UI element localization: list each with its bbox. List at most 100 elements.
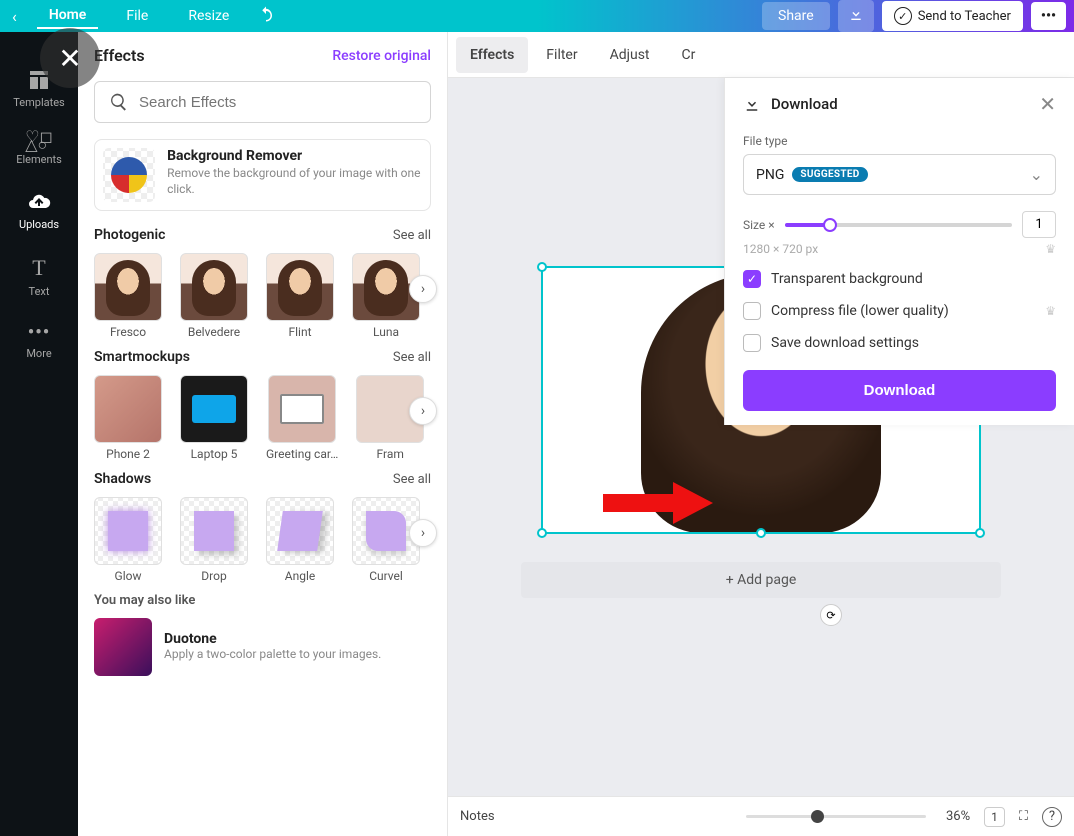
elements-icon: ♡◻△○	[25, 133, 53, 149]
save-settings-checkbox[interactable]	[743, 334, 761, 352]
rail-elements[interactable]: ♡◻△○ Elements	[16, 133, 62, 166]
top-toolbar: ‹ Home File Resize Share ✓ Send to Teach…	[0, 0, 1074, 32]
effect-fresco[interactable]: Fresco	[94, 253, 162, 339]
resize-handle-bl[interactable]	[537, 528, 547, 538]
filetype-label: File type	[743, 134, 1056, 148]
annotation-arrow-icon	[603, 478, 713, 532]
youmayalso-heading: You may also like	[94, 593, 195, 608]
download-icon	[743, 95, 761, 113]
smartmockups-row: Phone 2 Laptop 5 Greeting car… Fram ›	[94, 375, 431, 461]
duotone-desc: Apply a two-color palette to your images…	[164, 647, 381, 663]
dimensions-text: 1280 × 720 px	[743, 242, 818, 256]
size-slider[interactable]	[785, 223, 1012, 227]
zoom-slider[interactable]	[746, 815, 926, 818]
photogenic-see-all[interactable]: See all	[393, 228, 431, 243]
resync-icon[interactable]: ⟳	[820, 604, 842, 626]
mockup-phone2[interactable]: Phone 2	[94, 375, 162, 461]
close-overlay-button[interactable]: ✕	[40, 28, 100, 88]
close-download-icon[interactable]: ✕	[1039, 92, 1056, 116]
effect-luna[interactable]: Luna	[352, 253, 420, 339]
bg-remover-card[interactable]: Background Remover Remove the background…	[94, 139, 431, 211]
tab-effects[interactable]: Effects	[456, 37, 528, 73]
tab-adjust[interactable]: Adjust	[596, 37, 664, 73]
nav-resize[interactable]: Resize	[176, 4, 241, 28]
photogenic-next-icon[interactable]: ›	[409, 275, 437, 303]
effect-flint[interactable]: Flint	[266, 253, 334, 339]
rail-more-label: More	[26, 347, 51, 360]
transparent-row[interactable]: ✓ Transparent background	[743, 270, 1056, 288]
more-icon: •••	[28, 322, 50, 343]
shadow-drop[interactable]: Drop	[180, 497, 248, 583]
shadow-glow[interactable]: Glow	[94, 497, 162, 583]
chevron-down-icon: ⌄	[1030, 165, 1043, 184]
restore-original-link[interactable]: Restore original	[332, 48, 431, 64]
photogenic-row: Fresco Belvedere Flint Luna ›	[94, 253, 431, 339]
nav-file[interactable]: File	[114, 4, 160, 28]
shadow-angle[interactable]: Angle	[266, 497, 334, 583]
transparent-checkbox[interactable]: ✓	[743, 270, 761, 288]
add-page-button[interactable]: + Add page	[521, 562, 1001, 598]
rail-templates-label: Templates	[13, 96, 64, 109]
search-effects-box[interactable]	[94, 81, 431, 123]
bg-remover-title: Background Remover	[167, 148, 422, 164]
rail-more[interactable]: ••• More	[26, 322, 51, 360]
nav-home[interactable]: Home	[37, 3, 99, 29]
download-top-button[interactable]	[838, 0, 874, 32]
effects-panel: Effects Restore original Background Remo…	[78, 32, 448, 836]
page-count[interactable]: 1	[984, 807, 1005, 827]
check-circle-icon: ✓	[894, 7, 912, 25]
save-settings-row[interactable]: Save download settings	[743, 334, 1056, 352]
send-to-teacher-button[interactable]: ✓ Send to Teacher	[882, 1, 1023, 31]
shadows-see-all[interactable]: See all	[393, 472, 431, 487]
smartmockups-see-all[interactable]: See all	[393, 350, 431, 365]
size-label: Size ×	[743, 218, 775, 232]
resize-handle-bm[interactable]	[756, 528, 766, 538]
help-icon[interactable]: ?	[1042, 807, 1062, 827]
back-icon[interactable]: ‹	[8, 7, 21, 26]
crown-icon: ♛	[1045, 242, 1056, 256]
transparent-label: Transparent background	[771, 271, 923, 287]
filetype-select[interactable]: PNG SUGGESTED ⌄	[743, 154, 1056, 195]
fullscreen-icon[interactable]: ⛶	[1019, 809, 1028, 824]
search-icon	[109, 92, 129, 112]
rail-uploads-label: Uploads	[19, 218, 59, 231]
shadows-row: Glow Drop Angle Curvel ›	[94, 497, 431, 583]
rail-uploads[interactable]: Uploads	[19, 190, 59, 231]
bg-remover-thumb	[103, 148, 155, 202]
rail-text[interactable]: T Text	[29, 255, 50, 298]
share-button[interactable]: Share	[762, 2, 830, 30]
bg-remover-desc: Remove the background of your image with…	[167, 166, 422, 197]
compress-checkbox[interactable]	[743, 302, 761, 320]
resize-handle-br[interactable]	[975, 528, 985, 538]
size-value[interactable]: 1	[1022, 211, 1056, 238]
download-button[interactable]: Download	[743, 370, 1056, 411]
tab-filter[interactable]: Filter	[532, 37, 591, 73]
send-to-teacher-label: Send to Teacher	[918, 9, 1011, 24]
tab-crop[interactable]: Cr	[668, 37, 710, 73]
search-effects-input[interactable]	[139, 94, 416, 111]
notes-button[interactable]: Notes	[460, 809, 495, 824]
shadow-curve[interactable]: Curvel	[352, 497, 420, 583]
smartmockups-next-icon[interactable]: ›	[409, 397, 437, 425]
duotone-thumb	[94, 618, 152, 676]
effect-belvedere[interactable]: Belvedere	[180, 253, 248, 339]
zoom-value: 36%	[946, 809, 970, 824]
smartmockups-heading: Smartmockups	[94, 349, 190, 365]
download-panel: Download ✕ File type PNG SUGGESTED ⌄ Siz…	[724, 78, 1074, 425]
crown-icon: ♛	[1045, 304, 1056, 318]
text-icon: T	[32, 255, 45, 281]
mockup-greeting[interactable]: Greeting car…	[266, 375, 338, 461]
shadows-next-icon[interactable]: ›	[409, 519, 437, 547]
duotone-title: Duotone	[164, 631, 381, 647]
suggested-badge: SUGGESTED	[792, 167, 867, 182]
filetype-value: PNG	[756, 167, 784, 183]
more-menu-button[interactable]: •••	[1031, 2, 1066, 30]
compress-row[interactable]: Compress file (lower quality) ♛	[743, 302, 1056, 320]
undo-icon[interactable]	[257, 5, 275, 27]
canvas-toolbar: Effects Filter Adjust Cr	[448, 32, 1074, 78]
mockup-laptop5[interactable]: Laptop 5	[180, 375, 248, 461]
save-settings-label: Save download settings	[771, 335, 919, 351]
resize-handle-tl[interactable]	[537, 262, 547, 272]
rail-elements-label: Elements	[16, 153, 62, 166]
duotone-card[interactable]: Duotone Apply a two-color palette to you…	[94, 618, 431, 676]
